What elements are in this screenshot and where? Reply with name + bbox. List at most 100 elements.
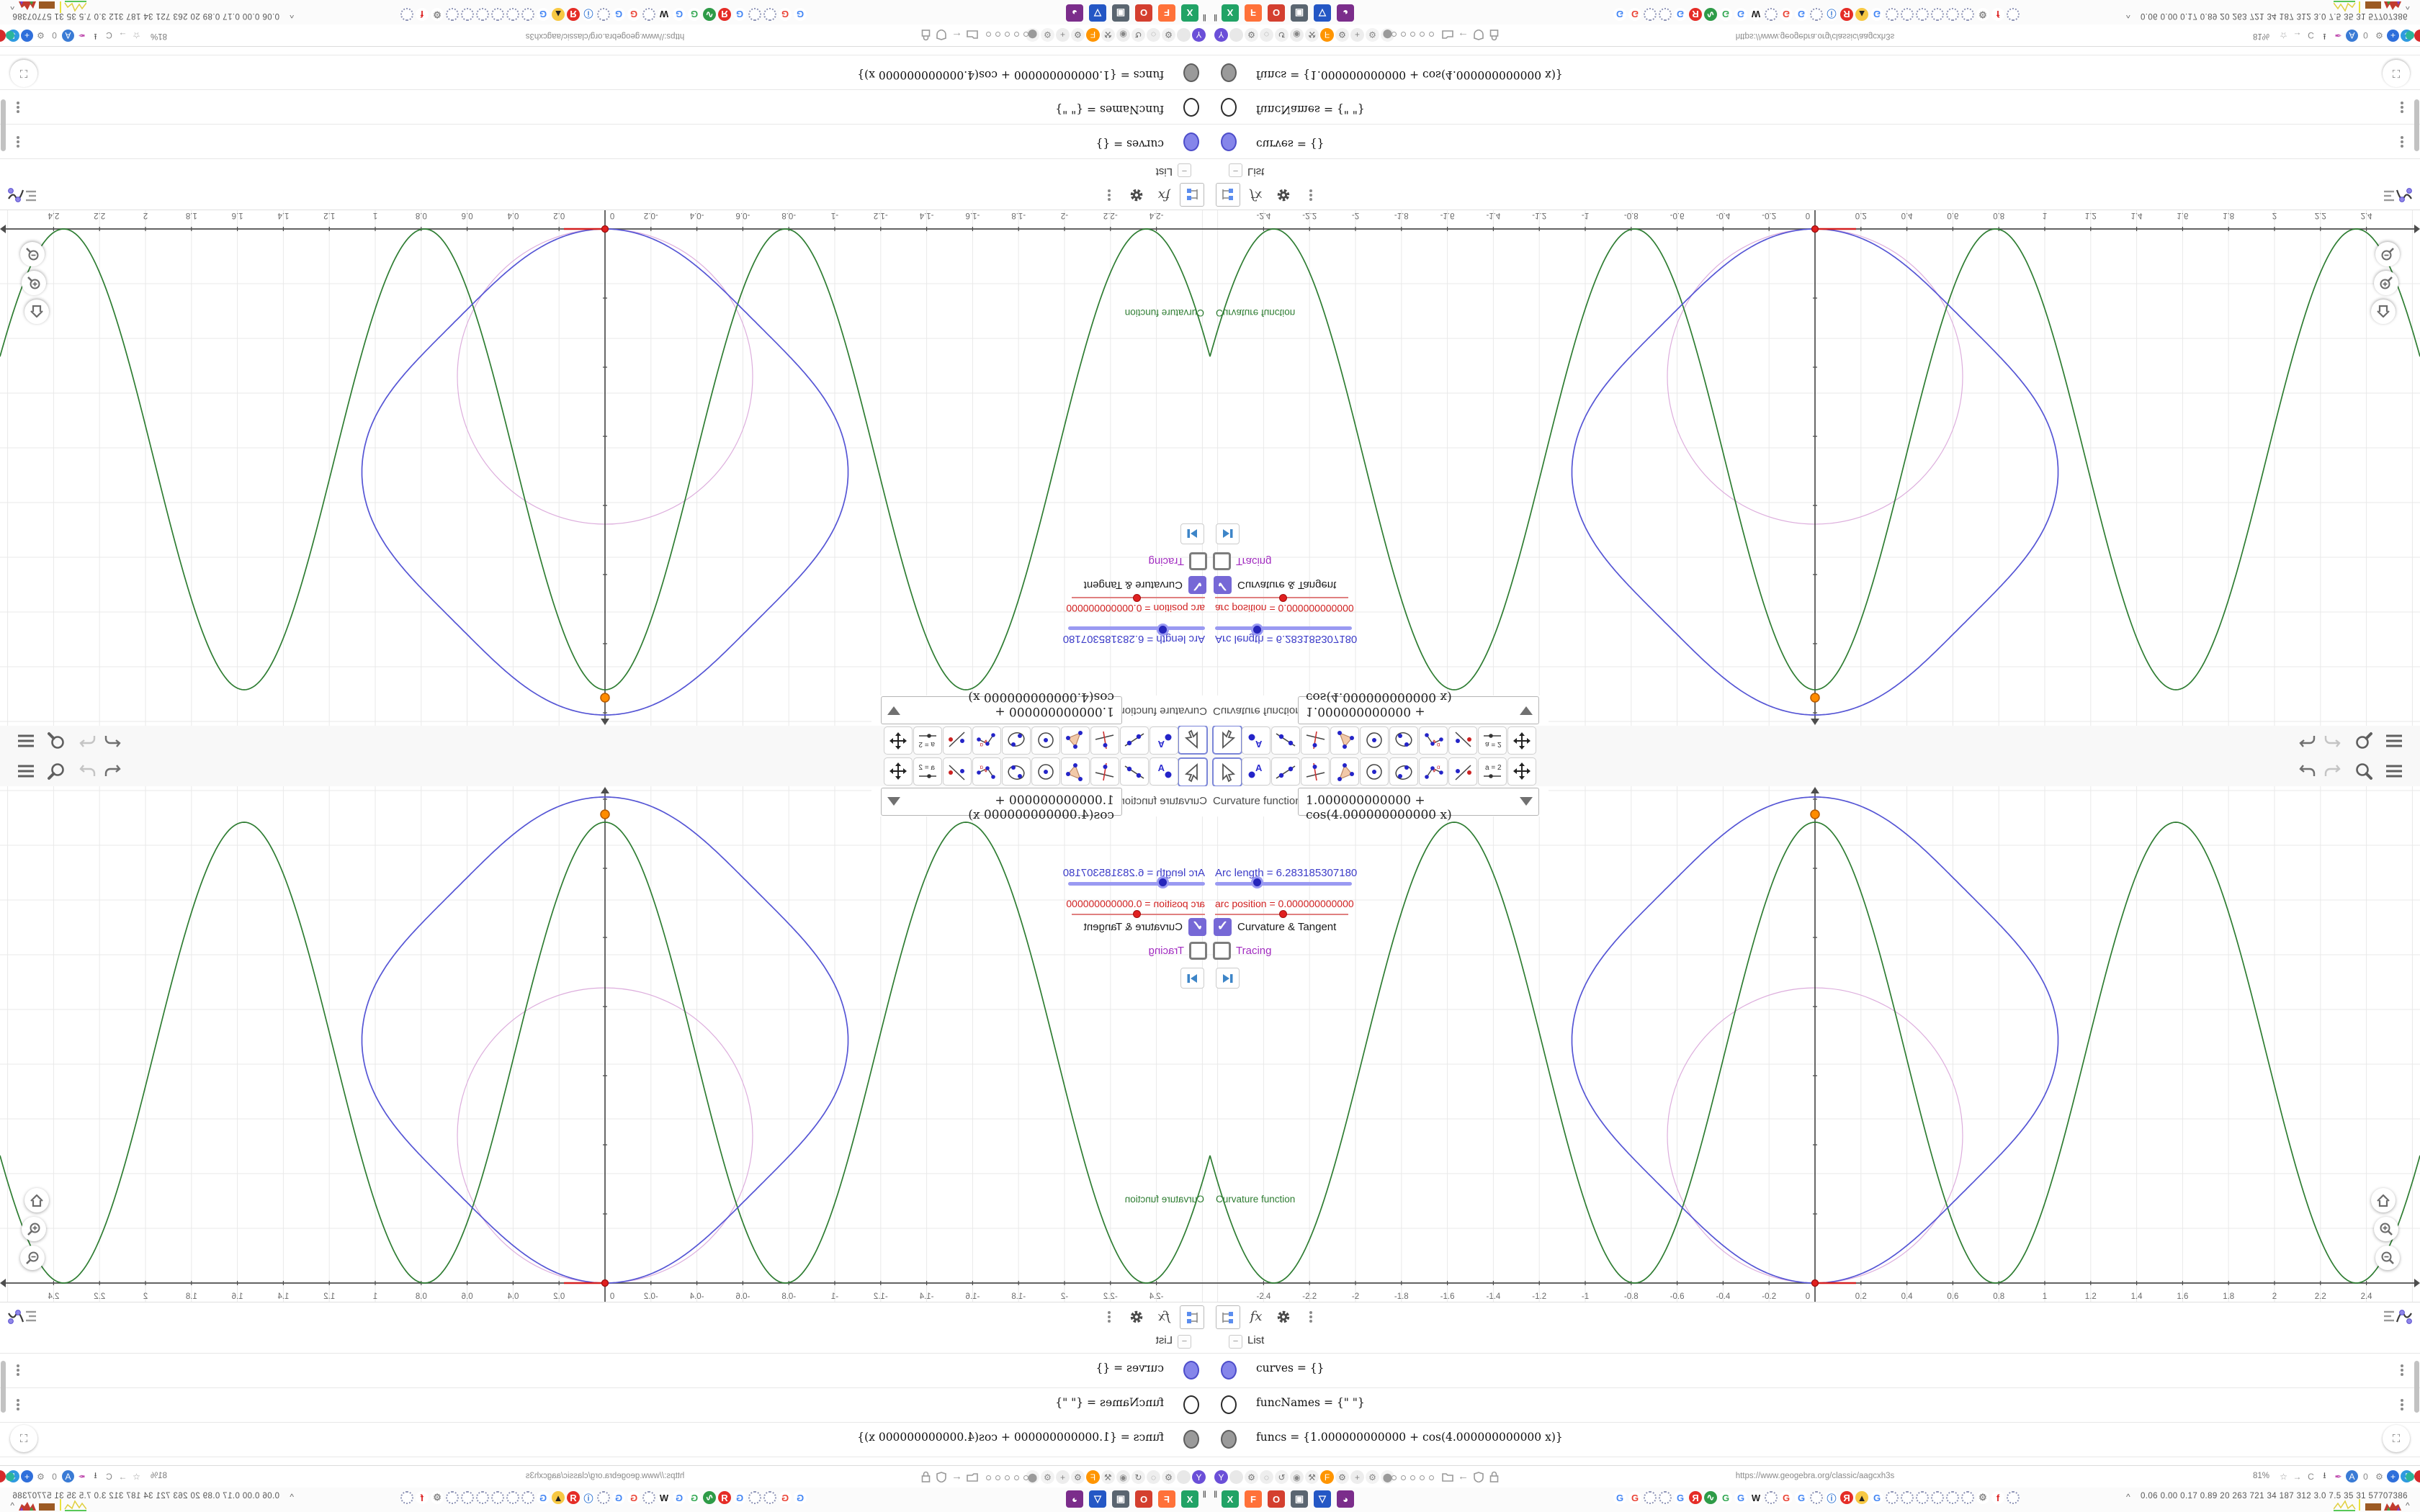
browser-icon[interactable]: G <box>688 1491 701 1504</box>
curvature-function-dropdown[interactable]: 1.000000000000 + cos(4.000000000000 x) <box>1298 690 1539 724</box>
browser-icon[interactable] <box>763 1491 776 1504</box>
arc-position-point[interactable] <box>1811 1279 1819 1287</box>
taskbar-app-icon[interactable]: F <box>1158 1490 1175 1508</box>
fullscreen-button[interactable]: ⛶ <box>2383 60 2410 87</box>
move-tool-button[interactable] <box>1178 725 1208 755</box>
fx-button[interactable]: fx <box>1245 184 1268 207</box>
browser-icon[interactable] <box>446 1491 459 1504</box>
perpendicular-line-tool-button[interactable] <box>1301 726 1330 755</box>
home-button[interactable] <box>2371 300 2396 324</box>
arc-position-slider-thumb[interactable] <box>1133 910 1141 918</box>
algebra-row-0[interactable]: curves = {} <box>0 1353 1210 1388</box>
browser-icon[interactable] <box>1810 1491 1823 1504</box>
browser-icon[interactable] <box>2007 1491 2020 1504</box>
point-tool-button[interactable]: A <box>1150 757 1178 786</box>
browser-icon[interactable]: G <box>1870 8 1883 21</box>
browser-icon[interactable]: ▲ <box>1855 8 1868 21</box>
move-tool-button[interactable] <box>1212 725 1242 755</box>
tray-caret-icon[interactable]: ^ <box>2406 1 2410 12</box>
browser-icon[interactable]: G <box>612 8 625 21</box>
tracing-checkbox[interactable] <box>1189 942 1207 960</box>
taskbar-app-icon[interactable]: F <box>1245 4 1262 22</box>
arc-length-slider-thumb[interactable] <box>1157 876 1169 888</box>
browser-icon[interactable]: ☆ <box>130 1470 143 1482</box>
browser-icon[interactable]: + <box>21 1470 33 1482</box>
browser-icon[interactable]: G <box>1674 1491 1687 1504</box>
row-menu-icon[interactable] <box>16 1363 20 1377</box>
arc-position-slider-thumb[interactable] <box>1279 910 1287 918</box>
algebra-row-2[interactable]: funcs = {1.000000000000 + cos(4.00000000… <box>1210 55 2420 90</box>
reflect-tool-button[interactable] <box>943 726 972 755</box>
redo-button[interactable] <box>2322 761 2342 781</box>
curvature-function-dropdown[interactable]: 1.000000000000 + cos(4.000000000000 x) <box>881 788 1122 822</box>
row-menu-icon[interactable] <box>2400 135 2404 149</box>
profile-avatar[interactable] <box>2406 1472 2414 1481</box>
url-text[interactable]: https://www.geogebra.org/classic/aagcxh3… <box>0 1472 1210 1480</box>
browser-icon[interactable]: ⚙ <box>1976 1491 1989 1504</box>
browser-icon[interactable]: Я <box>1840 1491 1853 1504</box>
arc-length-slider[interactable] <box>1068 882 1205 886</box>
angle-tool-button[interactable]: α <box>972 726 1001 755</box>
slider-tool-button[interactable]: a = 2 <box>913 726 942 755</box>
curvature-function-dropdown[interactable]: 1.000000000000 + cos(4.000000000000 x) <box>881 690 1122 724</box>
browser-icon[interactable]: ∿ <box>703 8 716 21</box>
browser-icon[interactable]: G <box>537 8 550 21</box>
home-button[interactable] <box>24 1188 49 1212</box>
fullscreen-button[interactable]: ⛶ <box>2383 1425 2410 1452</box>
ellipse-tool-button[interactable] <box>1389 726 1418 755</box>
browser-icon[interactable]: G <box>612 1491 625 1504</box>
row-menu-icon[interactable] <box>2400 100 2404 114</box>
tree-view-button[interactable] <box>1216 1305 1240 1329</box>
perpendicular-line-tool-button[interactable] <box>1090 757 1119 786</box>
browser-icon[interactable]: A <box>2346 30 2358 42</box>
browser-icon[interactable] <box>1765 1491 1778 1504</box>
browser-icon[interactable]: ⓘ <box>1825 8 1838 21</box>
point-tool-button[interactable]: A <box>1242 757 1270 786</box>
taskbar-app-icon[interactable]: O <box>1135 1490 1152 1508</box>
undo-button[interactable] <box>2298 731 2318 751</box>
line-tool-button[interactable] <box>1271 757 1300 786</box>
browser-icon[interactable]: G <box>688 8 701 21</box>
browser-icon[interactable] <box>400 8 413 21</box>
taskbar-app-icon[interactable]: ◕ <box>1337 4 1354 22</box>
visibility-toggle[interactable] <box>1221 1430 1237 1449</box>
fullscreen-button[interactable]: ⛶ <box>10 1425 37 1452</box>
visibility-toggle[interactable] <box>1221 98 1237 117</box>
browser-icon[interactable] <box>1961 1491 1974 1504</box>
line-tool-button[interactable] <box>1271 726 1300 755</box>
browser-icon[interactable]: ✒ <box>2332 1470 2344 1482</box>
browser-icon[interactable]: G <box>1613 1491 1626 1504</box>
visibility-toggle[interactable] <box>1183 98 1199 117</box>
browser-icon[interactable]: Я <box>718 8 731 21</box>
browser-icon[interactable]: ✒ <box>76 1470 88 1482</box>
tree-view-button[interactable] <box>1180 183 1204 207</box>
browser-icon[interactable]: ✒ <box>76 30 88 42</box>
polygon-tool-button[interactable] <box>1061 726 1090 755</box>
move-graphics-tool-button[interactable] <box>1507 757 1536 786</box>
algebra-scrollbar[interactable] <box>2414 1361 2419 1413</box>
circle-center-point-tool-button[interactable] <box>1360 726 1389 755</box>
undo-button[interactable] <box>2298 761 2318 781</box>
taskbar-app-icon[interactable]: ▽ <box>1314 4 1331 22</box>
browser-icon[interactable] <box>400 1491 413 1504</box>
undo-button[interactable] <box>102 731 122 751</box>
polygon-tool-button[interactable] <box>1330 757 1359 786</box>
move-graphics-tool-button[interactable] <box>1507 726 1536 755</box>
browser-icon[interactable]: G <box>1628 1491 1641 1504</box>
search-icon[interactable] <box>46 761 66 781</box>
zoom-out-button[interactable] <box>20 242 45 266</box>
arc-position-point[interactable] <box>1811 225 1819 233</box>
algebra-more-button[interactable] <box>1299 184 1322 207</box>
browser-icon[interactable]: W <box>1749 8 1762 21</box>
browser-icon[interactable]: G <box>1870 1491 1883 1504</box>
browser-icon[interactable]: 0 <box>48 1470 60 1482</box>
visibility-toggle[interactable] <box>1183 1361 1199 1380</box>
arc-end-point[interactable] <box>1810 809 1820 819</box>
browser-icon[interactable] <box>461 8 474 21</box>
circle-center-point-tool-button[interactable] <box>1031 757 1060 786</box>
settings-button[interactable] <box>1125 184 1148 207</box>
row-menu-icon[interactable] <box>2400 1398 2404 1412</box>
browser-icon[interactable]: ⚙ <box>35 1470 47 1482</box>
browser-icon[interactable] <box>1644 8 1657 21</box>
arc-length-slider[interactable] <box>1068 626 1205 630</box>
